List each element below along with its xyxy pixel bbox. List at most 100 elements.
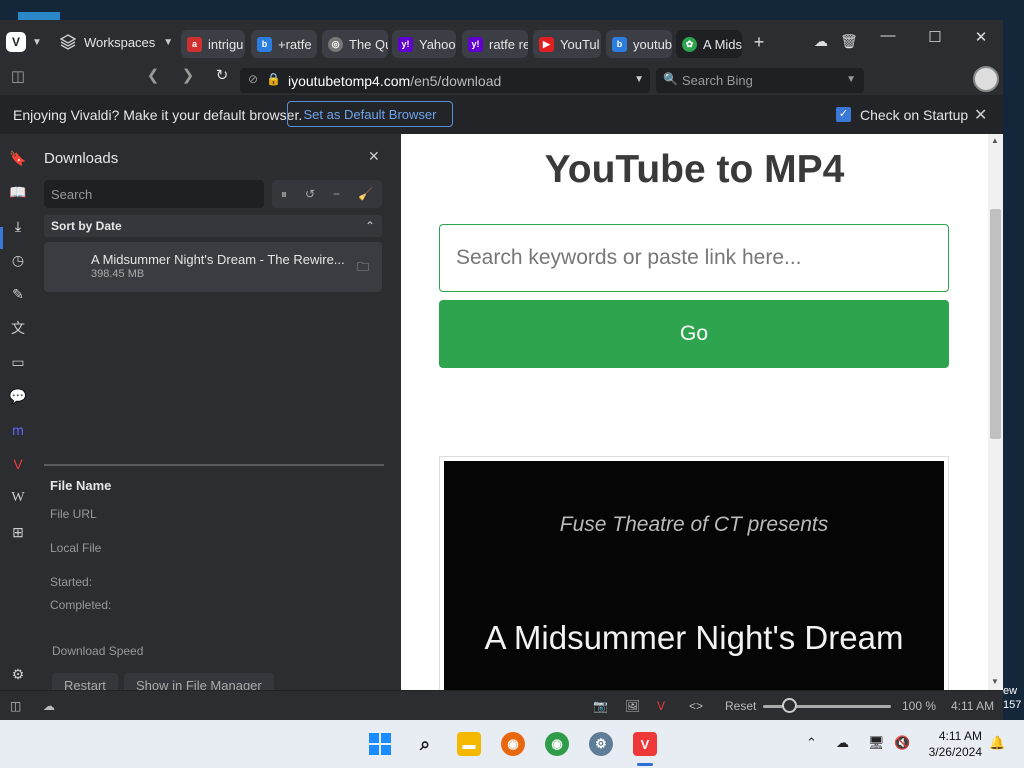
youtube-icon: ▶ (539, 36, 554, 52)
file-explorer-icon[interactable]: ▬ (457, 732, 481, 756)
scroll-down-icon[interactable]: ▼ (991, 677, 999, 686)
zoom-level: 100 % (902, 699, 937, 713)
retry-icon[interactable]: ↺ (305, 187, 315, 201)
zoom-reset-button[interactable]: Reset (725, 699, 756, 713)
profile-avatar-icon[interactable] (973, 66, 999, 92)
tab-youtub-bing[interactable]: b youtub (606, 30, 672, 58)
url-host: iyoutubetomp4.com (288, 72, 411, 89)
volume-icon[interactable]: 🔇 (894, 735, 910, 751)
search-placeholder: Search Bing (682, 73, 753, 88)
minimize-icon[interactable]: — (878, 27, 898, 44)
history-icon[interactable]: ◷ (9, 251, 27, 269)
keyword-search-input[interactable]: Search keywords or paste link here... (439, 224, 949, 292)
firefox-icon[interactable]: ◉ (501, 732, 525, 756)
taskbar-clock[interactable]: 4:11 AM 3/26/2024 (920, 728, 982, 760)
onedrive-icon[interactable]: ☁ (836, 735, 849, 751)
new-tab-icon[interactable]: + (749, 32, 769, 53)
panel-title: Downloads (44, 150, 119, 167)
windows-start-icon[interactable] (368, 732, 392, 756)
remove-icon[interactable]: − (333, 187, 340, 201)
vivaldi-icon[interactable]: V (657, 699, 665, 713)
tab-the-qu[interactable]: ◎ The Qu (322, 30, 388, 58)
tab-label: Yahoo (419, 36, 456, 52)
search-icon[interactable]: ⌕ (413, 732, 437, 756)
pause-icon[interactable]: ⏸ (281, 187, 287, 202)
go-button[interactable]: Go (439, 300, 949, 368)
ask-icon: a (187, 36, 202, 52)
clean-icon[interactable]: 🧹 (358, 187, 373, 201)
back-icon[interactable]: ❮ (144, 66, 162, 84)
desktop-text-2: 157 (1003, 699, 1022, 711)
settings-gear-icon[interactable]: ⚙ (9, 665, 27, 683)
window-icon[interactable]: ▭ (9, 353, 27, 371)
trash-icon[interactable]: 🗑 (839, 33, 859, 50)
mastodon-icon[interactable]: m (9, 421, 27, 439)
notification-bell-icon[interactable]: 🔔 (989, 735, 1005, 751)
reading-list-icon[interactable]: 📖 (9, 183, 27, 201)
bookmark-icon[interactable]: 🔖 (9, 149, 27, 167)
tab-yahoo[interactable]: y! Yahoo (392, 30, 456, 58)
workspaces-button[interactable]: Workspaces ▼ (60, 34, 173, 50)
tab-ratfe[interactable]: b +ratfe (251, 30, 317, 58)
detail-download-speed: Download Speed (52, 644, 144, 658)
notes-icon[interactable]: ✎ (9, 285, 27, 303)
search-field[interactable]: 🔍 Search Bing ▼ (656, 68, 864, 93)
scroll-up-icon[interactable]: ▲ (991, 136, 999, 145)
chat-icon[interactable]: 💬 (9, 387, 27, 405)
downloads-search-input[interactable]: Search (44, 180, 264, 208)
cloud-icon[interactable]: ☁ (43, 699, 55, 713)
image-icon[interactable]: 🖼 (625, 699, 640, 713)
tab-label: YouTul (560, 36, 600, 52)
add-panel-icon[interactable]: ⊞ (9, 523, 27, 541)
maximize-icon[interactable]: ☐ (925, 28, 945, 46)
chrome-icon[interactable]: ◉ (545, 732, 569, 756)
camera-icon[interactable]: 📷 (593, 699, 608, 713)
bing-icon: b (612, 36, 627, 52)
translate-icon[interactable]: 文 (9, 319, 27, 337)
scroll-thumb[interactable] (990, 209, 1001, 439)
check-on-startup-checkbox[interactable]: ✓ (836, 107, 851, 122)
close-window-icon[interactable]: ✕ (971, 28, 991, 46)
zoom-slider-handle[interactable] (782, 698, 797, 713)
url-field[interactable]: ⊘ 🔒 iyoutubetomp4.com /en5/download ▼ (240, 68, 650, 93)
tab-a-midsummer[interactable]: ✿ A Mids (676, 30, 742, 58)
web-page: YouTube to MP4 Search keywords or paste … (401, 134, 988, 690)
chevron-down-icon[interactable]: ▼ (32, 37, 42, 48)
chevron-up-icon[interactable]: ⌃ (806, 735, 817, 751)
vivaldi-icon[interactable]: V (9, 455, 27, 473)
clock-time: 4:11 AM (938, 729, 982, 743)
vivaldi-menu-button[interactable]: V (6, 32, 26, 52)
sort-by-date-header[interactable]: Sort by Date ⌃ (44, 215, 382, 237)
status-bar: ◫ ☁ 📷 🖼 V <> Reset 100 % 4:11 AM (0, 690, 1003, 720)
panel-toggle-icon[interactable]: ◫ (9, 67, 27, 85)
tab-youtube[interactable]: ▶ YouTul (533, 30, 601, 58)
settings-gear-icon[interactable]: ⚙ (589, 732, 613, 756)
close-notification-icon[interactable]: ✕ (974, 105, 987, 125)
chevron-down-icon[interactable]: ▼ (634, 74, 644, 85)
code-icon[interactable]: <> (689, 699, 703, 713)
network-icon[interactable]: 🖥 (868, 735, 885, 751)
downloads-icon[interactable]: ⤓ (9, 217, 27, 235)
notification-message: Enjoying Vivaldi? Make it your default b… (13, 107, 303, 123)
download-item[interactable]: A Midsummer Night's Dream - The Rewire..… (44, 242, 382, 292)
set-default-browser-button[interactable]: Set as Default Browser (287, 101, 453, 127)
panel-toggle-icon[interactable]: ◫ (10, 699, 21, 713)
globe-icon: ◎ (328, 36, 343, 52)
forward-icon[interactable]: ❯ (179, 66, 197, 84)
site-settings-icon[interactable]: ⊘ (248, 72, 258, 86)
tab-intrigu[interactable]: a intrigu (181, 30, 245, 58)
reload-icon[interactable]: ↻ (213, 66, 231, 84)
folder-icon[interactable]: 🗀 (357, 258, 369, 279)
video-thumbnail[interactable]: Fuse Theatre of CT presents A Midsummer … (444, 461, 944, 690)
close-panel-icon[interactable]: ✕ (368, 148, 380, 165)
tab-ratfe-re[interactable]: y! ratfe re (462, 30, 528, 58)
chevron-down-icon[interactable]: ▼ (846, 74, 856, 85)
chevron-up-icon[interactable]: ⌃ (365, 219, 375, 233)
vivaldi-icon[interactable]: V (633, 732, 657, 756)
taskbar: ⌕ ▬ ◉ ◉ ⚙ V ⌃ ☁ 🖥 🔇 4:11 AM 3/26/2024 🔔 (0, 720, 1024, 768)
wikipedia-icon[interactable]: W (9, 489, 27, 507)
workspaces-label: Workspaces (84, 34, 156, 50)
video-preview[interactable]: Fuse Theatre of CT presents A Midsummer … (439, 456, 949, 690)
cloud-sync-icon[interactable]: ☁ (811, 33, 831, 50)
page-scrollbar[interactable]: ▲ ▼ (988, 134, 1003, 690)
